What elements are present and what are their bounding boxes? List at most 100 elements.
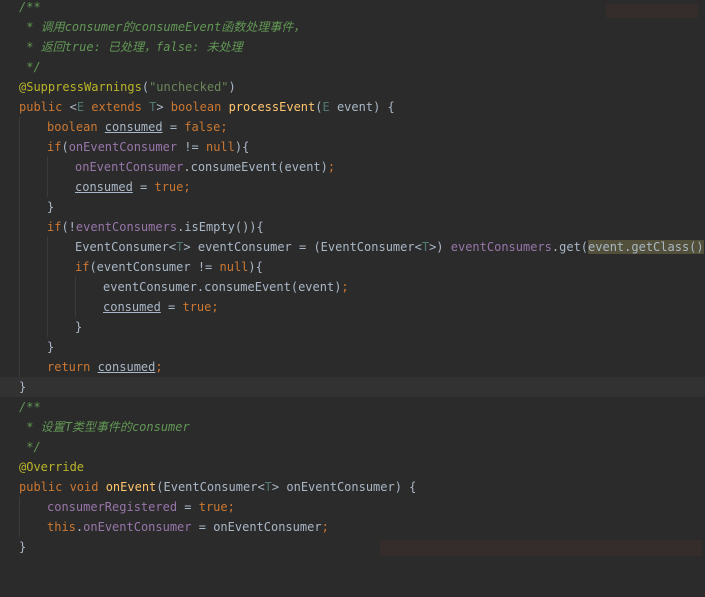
type-param: T [264, 480, 272, 494]
field-reference[interactable]: consumerRegistered [47, 500, 177, 514]
indent-guide [47, 317, 48, 337]
code-text: onEventConsumer) { [279, 480, 417, 494]
semicolon: ; [183, 180, 191, 194]
paren: ) [228, 80, 236, 94]
doc-comment: consumer [131, 420, 190, 434]
code-line[interactable]: if(onEventConsumer != null){ [0, 137, 705, 157]
code-text: eventConsumer = (EventConsumer [190, 240, 415, 254]
code-line[interactable]: EventConsumer <T > eventConsumer = (EventC… [0, 237, 705, 257]
field-reference[interactable]: onEventConsumer [69, 140, 177, 154]
indent-guide [19, 257, 20, 277]
doc-comment: /** [19, 400, 41, 414]
code-line[interactable]: * 调用consumer的consumeEvent函数处理事件， [0, 17, 705, 37]
code-text: (EventConsumer [156, 480, 258, 494]
keyword: extends [84, 100, 150, 114]
code-editor[interactable]: /** * 调用consumer的consumeEvent函数处理事件， * 返… [0, 0, 705, 559]
punct: ){ [248, 260, 263, 274]
code-line[interactable]: } [0, 337, 705, 357]
punct: ){ [234, 140, 250, 154]
code-line[interactable]: consumerRegistered = true; [0, 497, 705, 517]
punct: > [156, 100, 171, 114]
field-reference[interactable]: eventConsumers [451, 240, 552, 254]
indent-guide [19, 197, 20, 217]
paren: ( [315, 100, 323, 114]
semicolon: ; [327, 160, 336, 174]
code-line[interactable]: return consumed; [0, 357, 705, 377]
code-text: (eventConsumer != [89, 260, 220, 274]
doc-comment: * 调用 [19, 20, 65, 34]
method-name[interactable]: onEvent [106, 480, 157, 494]
code-line[interactable]: /** [0, 397, 705, 417]
doc-comment: 函数处理事件， [221, 20, 306, 34]
method-call[interactable]: .consumeEvent(event) [183, 160, 328, 174]
indent-guide [19, 157, 20, 177]
keyword: true [154, 180, 184, 194]
code-line[interactable]: public void onEvent(EventConsumer<T> onE… [0, 477, 705, 497]
code-line[interactable]: */ [0, 437, 705, 457]
indent-guide [19, 277, 20, 297]
code-text: = onEventConsumer [191, 520, 322, 534]
keyword: true [198, 500, 228, 514]
keyword: if [47, 220, 62, 234]
keyword: true [182, 300, 212, 314]
code-line[interactable]: @Override [0, 457, 705, 477]
semicolon: ; [155, 360, 163, 374]
code-line[interactable]: @SuppressWarnings("unchecked") [0, 77, 705, 97]
method-call[interactable]: eventConsumer.consumeEvent(event) [103, 280, 341, 294]
keyword: public void [19, 480, 106, 494]
code-line[interactable]: * 返回true: 已处理，false: 未处理 [0, 37, 705, 57]
code-line[interactable]: onEventConsumer.consumeEvent(event); [0, 157, 705, 177]
indent-guide [19, 357, 20, 377]
operator: = [177, 500, 199, 514]
code-line[interactable]: /** [0, 0, 705, 17]
doc-comment: consumer [64, 20, 123, 34]
field-reference[interactable]: eventConsumers [76, 220, 177, 234]
indent-guide [47, 177, 48, 197]
brace: } [75, 320, 83, 334]
code-line[interactable]: if(!eventConsumers.isEmpty()){ [0, 217, 705, 237]
code-line[interactable]: boolean consumed = false; [0, 117, 705, 137]
method-name[interactable]: processEvent [229, 100, 316, 114]
code-line[interactable]: consumed = true; [0, 297, 705, 317]
field-reference[interactable]: onEventConsumer [75, 160, 183, 174]
indent-guide [47, 157, 48, 177]
code-line[interactable]: */ [0, 57, 705, 77]
code-line[interactable]: this.onEventConsumer = onEventConsumer; [0, 517, 705, 537]
code-line[interactable]: * 设置T类型事件的consumer [0, 417, 705, 437]
local-variable[interactable]: consumed [98, 360, 156, 374]
code-text: event) { [329, 100, 395, 114]
type-name[interactable]: EventConsumer [75, 240, 169, 254]
code-line[interactable]: if(eventConsumer != null){ [0, 257, 705, 277]
watermark [380, 540, 702, 556]
code-line[interactable]: consumed = true; [0, 177, 705, 197]
current-line[interactable]: } [0, 377, 705, 397]
local-variable[interactable]: consumed [105, 120, 163, 134]
type-param: E [322, 100, 330, 114]
indent-guide [19, 317, 20, 337]
keyword: if [47, 140, 62, 154]
local-variable[interactable]: consumed [103, 300, 161, 314]
indent-guide [47, 237, 48, 257]
punct: < [414, 240, 422, 254]
indent-guide [19, 137, 20, 157]
operator: = [162, 120, 185, 134]
doc-comment: consumeEvent [134, 20, 222, 34]
operator: = [160, 300, 183, 314]
code-line[interactable]: eventConsumer.consumeEvent(event); [0, 277, 705, 297]
method-call[interactable]: .get( [552, 240, 588, 254]
code-line[interactable]: public <E extends T> boolean processEven… [0, 97, 705, 117]
semicolon: ; [321, 520, 329, 534]
highlighted-expression[interactable]: event.getClass() [588, 240, 704, 254]
code-line[interactable]: } [0, 197, 705, 217]
indent-guide [19, 177, 20, 197]
field-reference[interactable]: onEventConsumer [83, 520, 191, 534]
code-line[interactable]: } [0, 317, 705, 337]
indent-guide [47, 277, 48, 297]
doc-comment: * 返回 [19, 40, 65, 54]
doc-comment: T [64, 420, 72, 434]
paren: ( [61, 140, 69, 154]
local-variable[interactable]: consumed [75, 180, 133, 194]
method-call[interactable]: .isEmpty()){ [177, 220, 264, 234]
keyword: boolean [170, 100, 229, 114]
brace: } [47, 340, 55, 354]
